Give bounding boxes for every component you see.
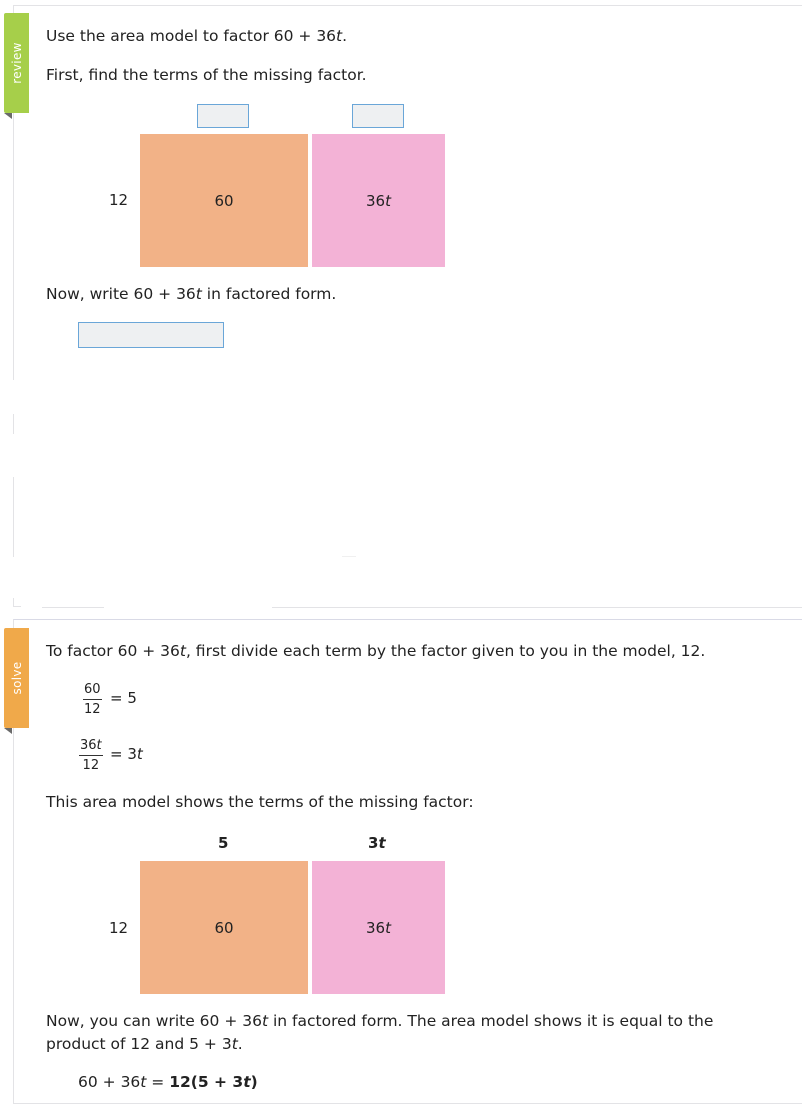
fraction-1-result: = 5 — [110, 689, 137, 707]
review-prompt: Use the area model to factor 60 + 36t. — [46, 27, 348, 45]
solve-conclusion-line-1: Now, you can write 60 + 36t in factored … — [46, 1012, 714, 1030]
factored-form-input[interactable] — [78, 322, 224, 348]
review-area-cell-1: 60 — [140, 134, 308, 267]
solve-area-cell-1: 60 — [140, 861, 308, 994]
solve-factor-term-1: 5 — [218, 834, 229, 852]
review-area-cell-2: 36 t — [312, 134, 445, 267]
review-instruction: First, find the terms of the missing fac… — [46, 66, 367, 84]
fraction-36t-over-12: 36t 12 — [79, 738, 103, 773]
review-tab-label: review — [9, 42, 24, 84]
solve-factor-term-2: 3t — [368, 834, 386, 852]
solve-tab-label: solve — [9, 661, 24, 695]
review-tab[interactable]: review — [4, 13, 29, 113]
fraction-2-result: = 3t — [110, 745, 143, 763]
solve-intro: To factor 60 + 36t, first divide each te… — [46, 642, 706, 660]
solve-conclusion-line-2: product of 12 and 5 + 3t. — [46, 1035, 243, 1053]
divider — [272, 607, 802, 608]
solve-tab-fold — [4, 728, 12, 734]
divider — [342, 556, 356, 557]
review-write-instruction: Now, write 60 + 36t in factored form. — [46, 285, 337, 303]
divider — [13, 414, 14, 434]
factor-term-input-1[interactable] — [197, 104, 249, 128]
solve-model-caption: This area model shows the terms of the m… — [46, 793, 474, 811]
divider — [42, 607, 104, 608]
factor-term-input-2[interactable] — [352, 104, 404, 128]
solve-area-cell-2: 36 t — [312, 861, 445, 994]
solve-final-answer: 60 + 36t = 12(5 + 3t) — [78, 1073, 258, 1091]
solve-row-label: 12 — [109, 919, 129, 937]
review-tab-fold — [4, 113, 12, 119]
divider — [13, 477, 14, 557]
divider — [13, 606, 21, 607]
review-row-label: 12 — [109, 191, 129, 209]
fraction-60-over-12: 60 12 — [83, 682, 102, 717]
solve-tab[interactable]: solve — [4, 628, 29, 728]
